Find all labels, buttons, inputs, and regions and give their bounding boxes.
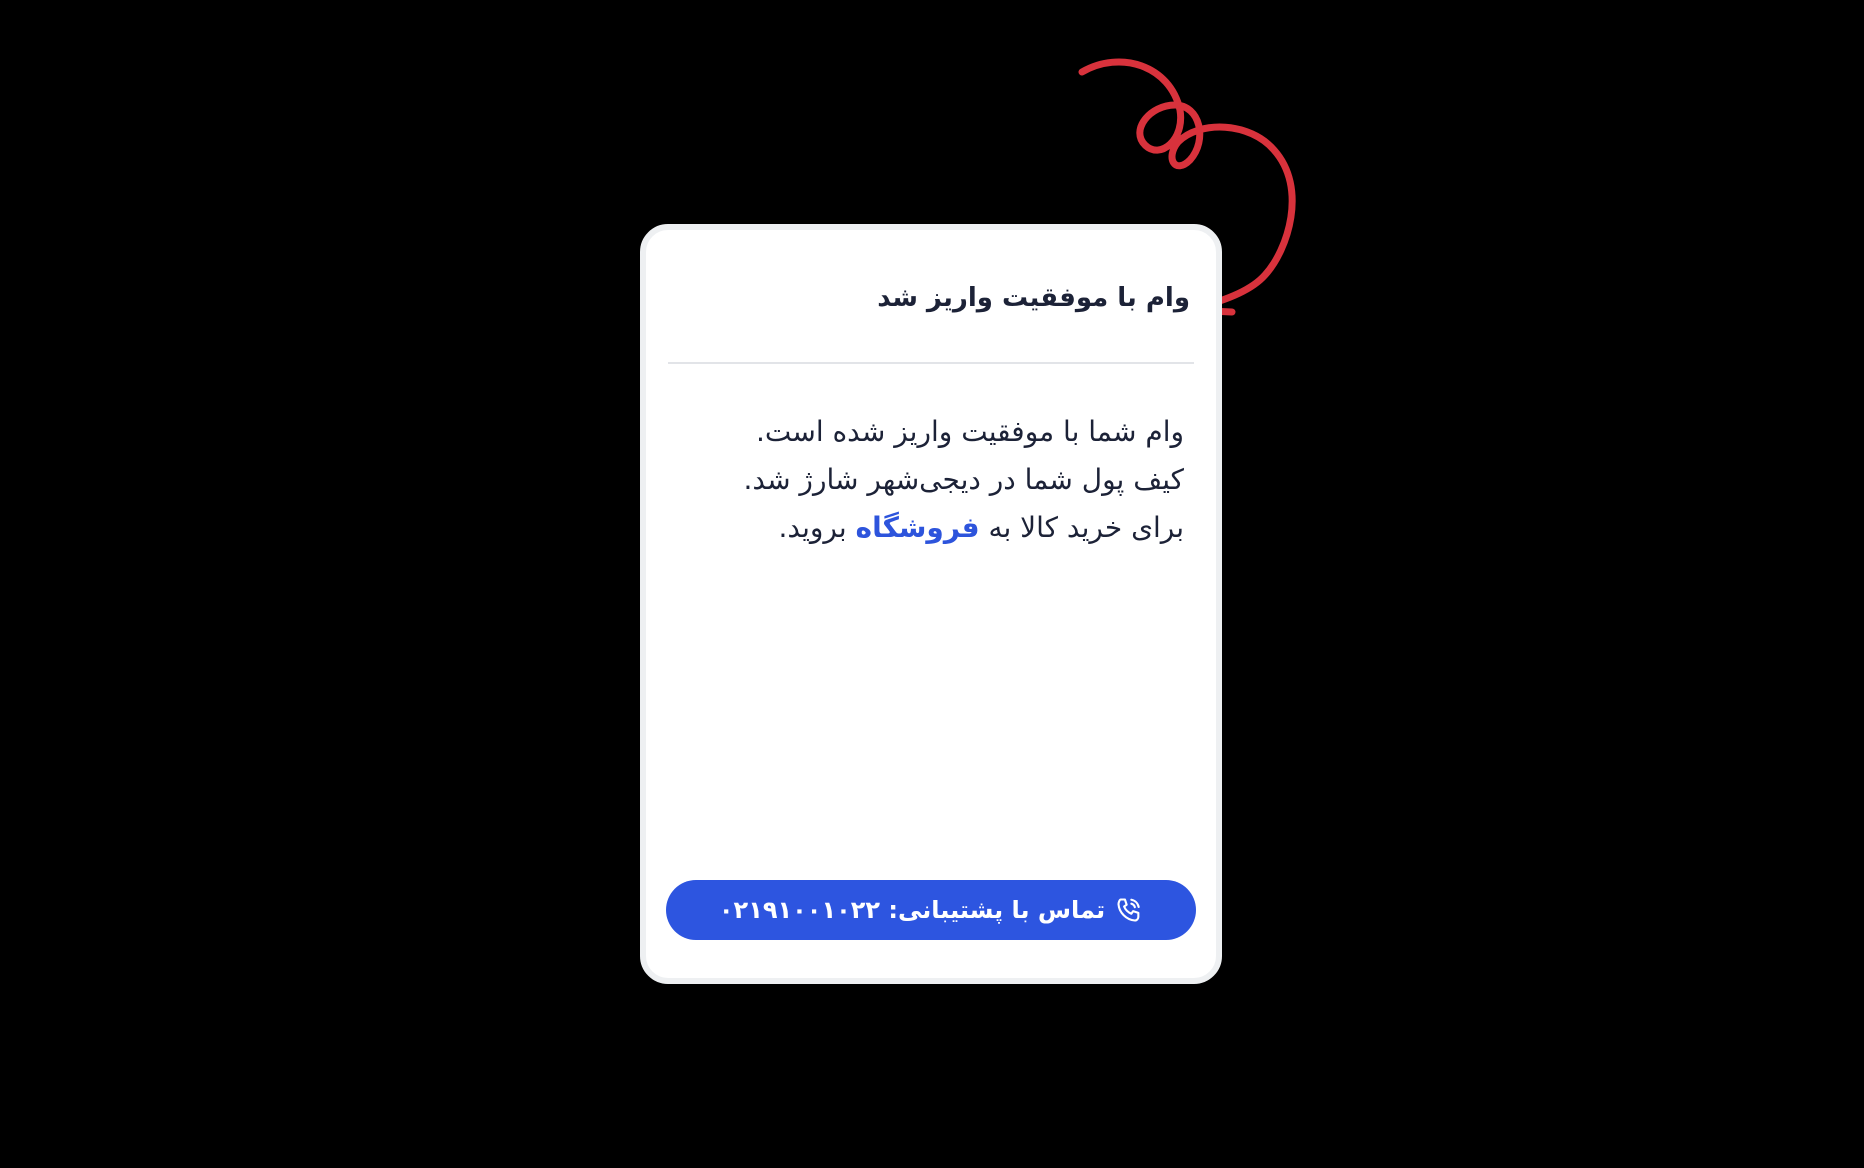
message-line-1: وام شما با موفقیت واریز شده است. [755,415,1184,448]
message-line-2: کیف پول شما در دیجی‌شهر شارژ شد. [743,463,1184,496]
message-line-3: برای خرید کالا به فروشگاه بروید. [678,504,1184,552]
divider [668,362,1194,364]
store-link[interactable]: فروشگاه [856,511,980,544]
card-message: وام شما با موفقیت واریز شده است. کیف پول… [678,408,1184,552]
card-title: وام با موفقیت واریز شد [877,283,1190,313]
loan-success-card: وام با موفقیت واریز شد وام شما با موفقیت… [640,224,1222,984]
phone-call-icon [1115,896,1143,924]
support-call-button[interactable]: تماس با پشتیبانی: ۰۲۱۹۱۰۰۱۰۲۲ [666,880,1196,940]
message-line-3-start: برای خرید کالا به [979,511,1184,544]
support-button-label: تماس با پشتیبانی: ۰۲۱۹۱۰۰۱۰۲۲ [718,896,1106,924]
message-line-3-end: بروید. [778,511,856,544]
